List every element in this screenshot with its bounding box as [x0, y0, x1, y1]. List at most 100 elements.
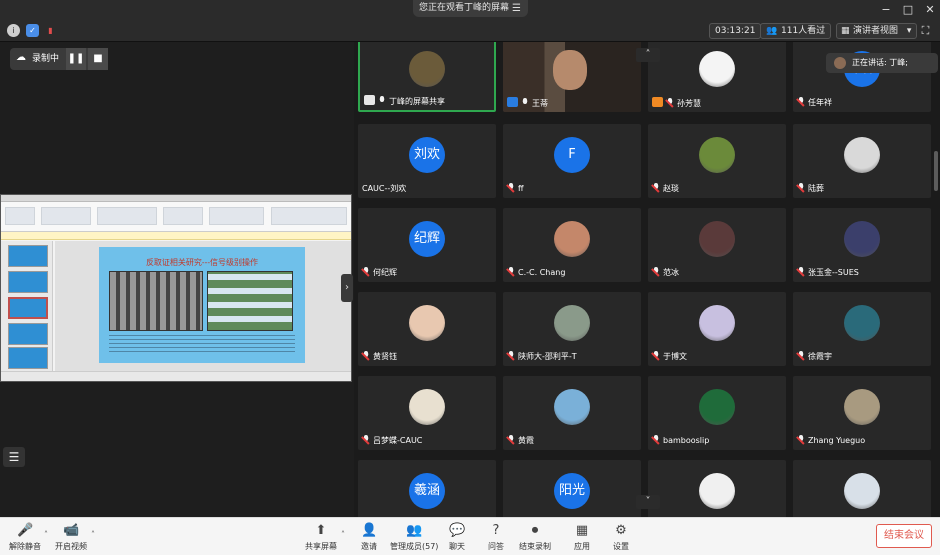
mic-muted-icon: [797, 435, 805, 444]
meeting-toolbar: i ✓ ▮ 03:13:21 👥 111人看过 ▦ 演讲者视图 ▾ ⛶: [0, 20, 940, 42]
participant-tile[interactable]: 张玉金--SUES: [793, 208, 931, 282]
mic-muted-icon: [507, 267, 515, 276]
viewer-count-button[interactable]: 👥 111人看过: [760, 23, 832, 39]
participant-avatar: [699, 221, 735, 257]
participant-tile[interactable]: 阳光: [503, 460, 641, 517]
participant-tile[interactable]: 羲涵: [358, 460, 496, 517]
participant-tile[interactable]: 丁峰的屏幕共享: [358, 42, 496, 112]
mic-muted-icon: [652, 267, 660, 276]
share-screen-icon: ⬆: [315, 523, 327, 538]
shared-screen-content[interactable]: 反取证相关研究---信号级别操作: [0, 194, 352, 382]
end-recording-button[interactable]: ⏺ 结束录制: [512, 520, 558, 552]
settings-button[interactable]: ⚙ 设置: [598, 520, 644, 552]
participant-name-label: CAUC--刘欢: [362, 183, 406, 195]
chevron-down-icon[interactable]: ˅: [636, 495, 660, 509]
minimize-button[interactable]: −: [876, 2, 896, 18]
participant-tile[interactable]: 王蒂: [503, 42, 641, 112]
participant-name-label: 黄霞: [507, 435, 534, 447]
members-icon: 👥: [406, 523, 423, 538]
window-title: 您正在观看丁峰的屏幕: [419, 3, 510, 13]
participant-name-label: 丁峰的屏幕共享: [364, 95, 445, 107]
mic-muted-icon: [507, 183, 515, 192]
start-video-button[interactable]: 📹 开启视频: [48, 520, 94, 552]
participant-name: 黄贤钰: [373, 352, 397, 361]
participant-tile[interactable]: 范冰: [648, 208, 786, 282]
participant-name: 丁峰的屏幕共享: [389, 97, 445, 106]
participant-gallery: 丁峰的屏幕共享王蒂孙芳慧年祥任年祥刘欢CAUC--刘欢Fff赵琰陆葬纪辉何纪辉C…: [354, 42, 940, 517]
share-screen-button[interactable]: ⬆ 共享屏幕: [298, 520, 344, 552]
recording-indicator: ☁ 录制中 ❚❚ ■: [10, 48, 108, 70]
participant-tile[interactable]: Zhang Yueguo: [793, 376, 931, 450]
apps-icon: ▦: [575, 523, 589, 538]
participant-avatar: [844, 305, 880, 341]
participant-avatar: [554, 389, 590, 425]
list-icon[interactable]: ☰: [3, 447, 25, 467]
manage-members-button[interactable]: 👥 管理成员(57): [390, 520, 438, 552]
participant-tile[interactable]: bambooslip: [648, 376, 786, 450]
stop-recording-button[interactable]: ■: [88, 48, 108, 70]
participant-name: CAUC--刘欢: [362, 184, 407, 193]
video-feed: [553, 50, 587, 90]
participant-tile[interactable]: 纪辉 何纪辉: [358, 208, 496, 282]
participant-tile[interactable]: [648, 460, 786, 517]
current-slide: 反取证相关研究---信号级别操作: [99, 247, 305, 363]
slide-thumbnail[interactable]: [8, 323, 48, 345]
participant-tile[interactable]: Fff: [503, 124, 641, 198]
participant-name: 陕师大-邵利平-T: [518, 352, 577, 361]
chevron-up-icon[interactable]: ˄: [91, 530, 95, 539]
speaker-avatar: [834, 57, 846, 69]
chevron-right-icon[interactable]: ›: [341, 274, 353, 302]
chevron-up-icon[interactable]: ˄: [636, 48, 660, 62]
participant-avatar: [699, 51, 735, 87]
ppt-status-bar: [1, 371, 351, 381]
mic-muted-icon: [507, 351, 515, 360]
participant-tile[interactable]: 黄贤钰: [358, 292, 496, 366]
participant-name-label: 陆葬: [797, 183, 824, 195]
participant-avatar: [554, 305, 590, 341]
participant-tile[interactable]: 陆葬: [793, 124, 931, 198]
view-mode-button[interactable]: ▦ 演讲者视图 ▾: [836, 23, 918, 39]
participant-avatar: 纪辉: [409, 221, 445, 257]
invite-button[interactable]: 👤 邀请: [346, 520, 392, 552]
participant-name: 张玉金--SUES: [808, 268, 859, 277]
participant-tile[interactable]: 吕梦蝶-CAUC: [358, 376, 496, 450]
fullscreen-icon[interactable]: ⛶: [919, 24, 932, 37]
invite-icon: 👤: [361, 523, 378, 538]
gallery-scrollbar[interactable]: [934, 151, 938, 191]
pause-recording-button[interactable]: ❚❚: [66, 48, 86, 70]
info-icon[interactable]: i: [7, 24, 20, 37]
slide-thumbnail[interactable]: [8, 245, 48, 267]
slide-thumbnail[interactable]: [8, 347, 48, 369]
participant-name: 吕梦蝶-CAUC: [373, 436, 423, 445]
participant-tile[interactable]: 黄霞: [503, 376, 641, 450]
grid-icon: ▦: [841, 26, 850, 36]
maximize-button[interactable]: □: [898, 2, 918, 18]
slide-thumbnail[interactable]: [8, 297, 48, 319]
slide-thumbnail[interactable]: [8, 271, 48, 293]
shield-icon[interactable]: ✓: [26, 24, 39, 37]
participant-tile[interactable]: 孙芳慧: [648, 42, 786, 112]
participant-tile[interactable]: 徐霞宇: [793, 292, 931, 366]
end-meeting-button[interactable]: 结束会议: [876, 524, 932, 548]
ppt-ribbon: [1, 202, 351, 232]
window-title-pill[interactable]: 您正在观看丁峰的屏幕 ☰: [413, 0, 528, 17]
participant-name: 孙芳慧: [677, 99, 701, 108]
participant-tile[interactable]: 赵琰: [648, 124, 786, 198]
menu-icon[interactable]: ☰: [512, 0, 521, 17]
participant-avatar: [844, 473, 880, 509]
meeting-controls-bar: 🎤 解除静音 ˄ 📹 开启视频 ˄ ⬆ 共享屏幕 ˄ 👤 邀请 👥 管理成员(5…: [0, 517, 940, 555]
chevron-up-icon[interactable]: ˄: [341, 530, 345, 539]
unmute-button[interactable]: 🎤 解除静音: [2, 520, 48, 552]
people-icon: 👥: [766, 26, 778, 36]
participant-name-label: 任年祥: [797, 97, 832, 109]
participant-tile[interactable]: C.-C. Chang: [503, 208, 641, 282]
participant-tile[interactable]: 陕师大-邵利平-T: [503, 292, 641, 366]
participant-tile[interactable]: [793, 460, 931, 517]
record-stop-icon: ⏺: [531, 523, 539, 538]
participant-name: bambooslip: [663, 436, 710, 445]
slide-title: 反取证相关研究---信号级别操作: [145, 258, 259, 267]
participant-name-label: 范冰: [652, 267, 679, 279]
participant-tile[interactable]: 于博文: [648, 292, 786, 366]
close-button[interactable]: ✕: [920, 2, 940, 18]
participant-tile[interactable]: 刘欢 CAUC--刘欢: [358, 124, 496, 198]
